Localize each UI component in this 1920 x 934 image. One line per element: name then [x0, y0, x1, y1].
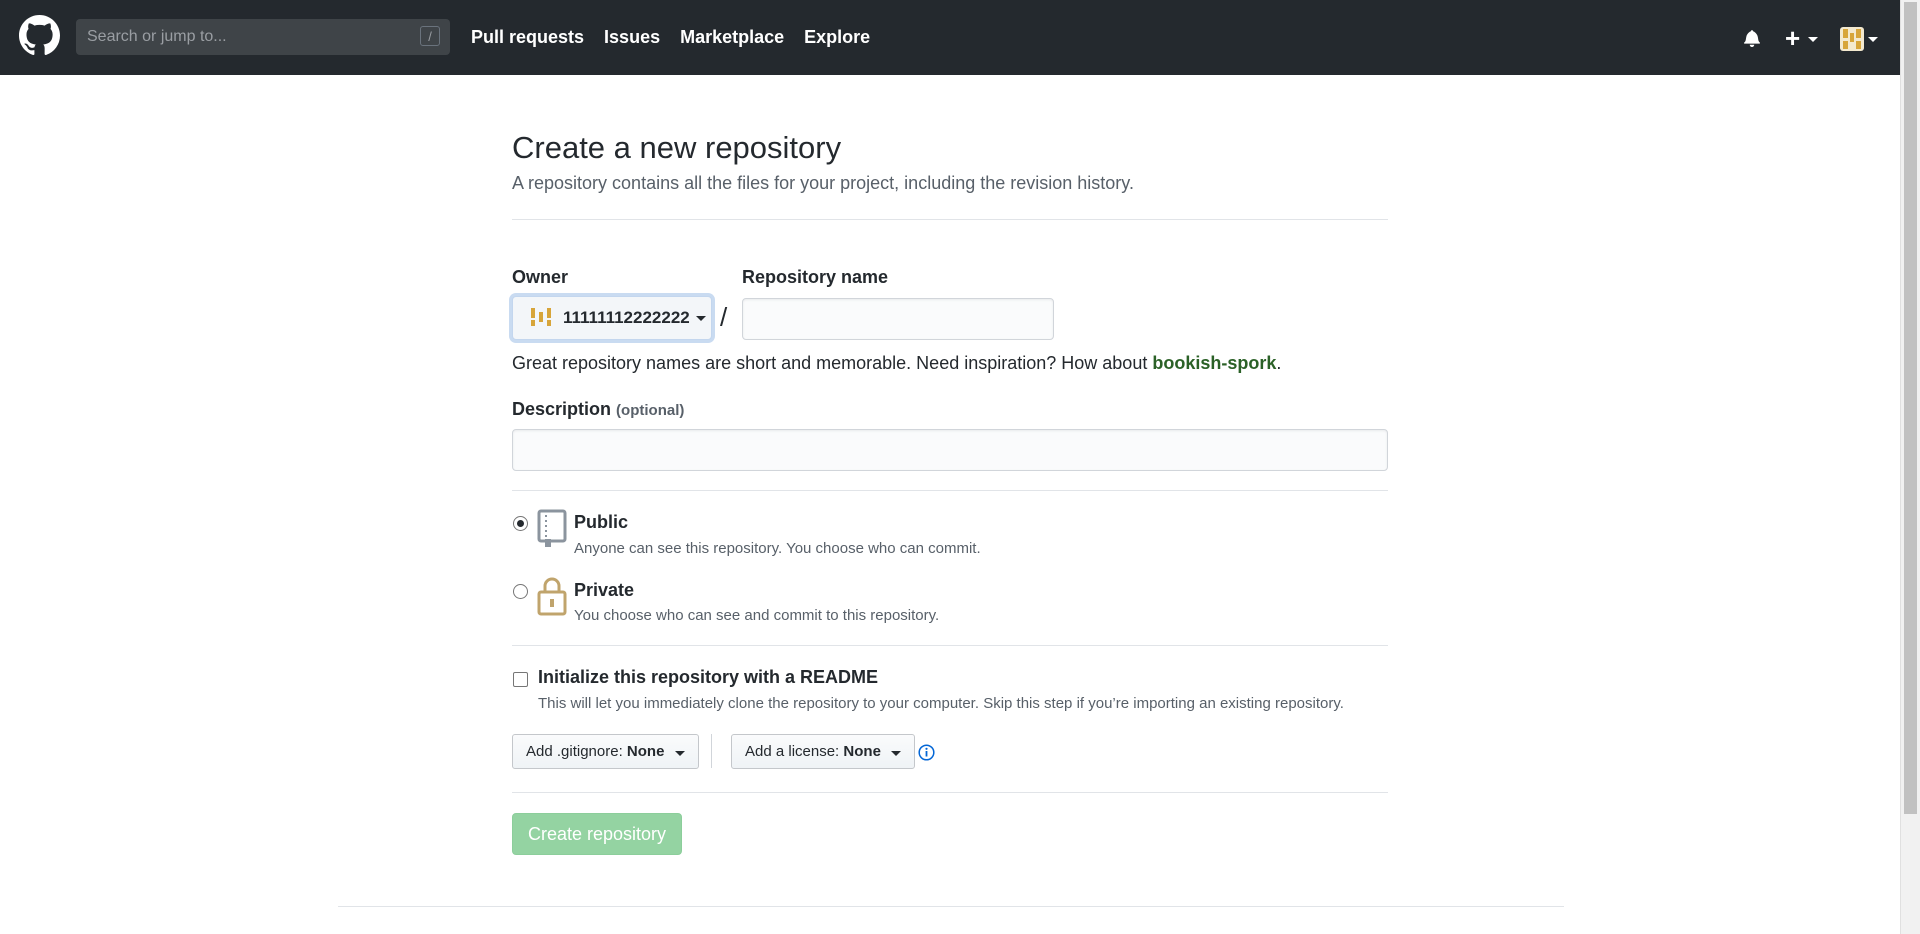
- repo-name-label: Repository name: [742, 267, 889, 287]
- readme-checkbox[interactable]: [513, 672, 528, 687]
- create-repository-button[interactable]: Create repository: [512, 813, 682, 855]
- name-suggestion-link[interactable]: bookish-spork: [1152, 353, 1276, 373]
- nav-explore[interactable]: Explore: [804, 27, 870, 48]
- select-separator: [711, 734, 712, 768]
- search-input[interactable]: Search or jump to... /: [76, 19, 450, 55]
- public-desc: Anyone can see this repository. You choo…: [574, 540, 981, 557]
- repo-name-input[interactable]: [742, 298, 1054, 340]
- lock-icon: [537, 577, 567, 616]
- footer-divider: [338, 906, 1564, 907]
- main-nav: Pull requests Issues Marketplace Explore: [471, 0, 890, 75]
- readme-label[interactable]: Initialize this repository with a README: [538, 667, 878, 688]
- hint-text: Great repository names are short and mem…: [512, 353, 1153, 373]
- public-title: Public: [574, 512, 629, 532]
- owner-label: Owner: [512, 267, 569, 287]
- scrollbar-thumb[interactable]: [1904, 2, 1917, 814]
- identicon-icon: [1843, 29, 1861, 49]
- license-select[interactable]: Add a license: None: [731, 734, 916, 769]
- description-label: Description (optional): [512, 399, 684, 420]
- hint-suffix: .: [1276, 353, 1282, 373]
- info-icon[interactable]: [918, 744, 935, 761]
- scrollbar[interactable]: [1900, 0, 1920, 934]
- license-value: None: [843, 743, 881, 760]
- page-subtitle: A repository contains all the files for …: [512, 173, 1134, 193]
- nav-pull-requests[interactable]: Pull requests: [471, 27, 584, 48]
- optional-tag: (optional): [616, 402, 685, 419]
- name-hint: Great repository names are short and mem…: [512, 353, 1281, 374]
- divider: [512, 490, 1388, 491]
- repo-book-icon: [537, 509, 567, 547]
- identicon-icon: [531, 308, 551, 326]
- nav-marketplace[interactable]: Marketplace: [680, 27, 784, 48]
- owner-repo-separator: /: [720, 302, 728, 332]
- avatar[interactable]: [1840, 27, 1864, 51]
- top-header: Search or jump to... / Pull requests Iss…: [0, 0, 1900, 75]
- divider: [512, 645, 1388, 646]
- gitignore-select[interactable]: Add .gitignore: None: [512, 734, 699, 769]
- readme-desc: This will let you immediately clone the …: [538, 695, 1344, 712]
- search-shortcut-key: /: [420, 26, 440, 46]
- divider: [512, 792, 1388, 793]
- private-title: Private: [574, 580, 635, 600]
- description-label-text: Description: [512, 399, 612, 419]
- github-logo-icon[interactable]: [19, 15, 60, 56]
- create-new-button[interactable]: +: [1785, 25, 1800, 51]
- chevron-down-icon: [1808, 37, 1818, 42]
- search-placeholder: Search or jump to...: [87, 28, 227, 45]
- chevron-down-icon: [674, 751, 685, 756]
- gitignore-prefix: Add .gitignore:: [526, 743, 627, 760]
- owner-value: 11111112222222: [563, 308, 690, 327]
- chevron-down-icon: [1868, 37, 1878, 42]
- nav-issues[interactable]: Issues: [604, 27, 660, 48]
- divider: [512, 219, 1388, 220]
- page-title: Create a new repository: [512, 130, 842, 165]
- chevron-down-icon: [695, 315, 706, 321]
- private-desc: You choose who can see and commit to thi…: [574, 607, 940, 624]
- public-radio[interactable]: [513, 516, 528, 531]
- license-prefix: Add a license:: [745, 743, 844, 760]
- private-radio[interactable]: [513, 584, 528, 599]
- description-input[interactable]: [512, 429, 1388, 471]
- owner-select[interactable]: 11111112222222: [512, 296, 712, 340]
- gitignore-value: None: [626, 743, 665, 760]
- chevron-down-icon: [891, 751, 902, 756]
- bell-icon[interactable]: [1744, 29, 1760, 47]
